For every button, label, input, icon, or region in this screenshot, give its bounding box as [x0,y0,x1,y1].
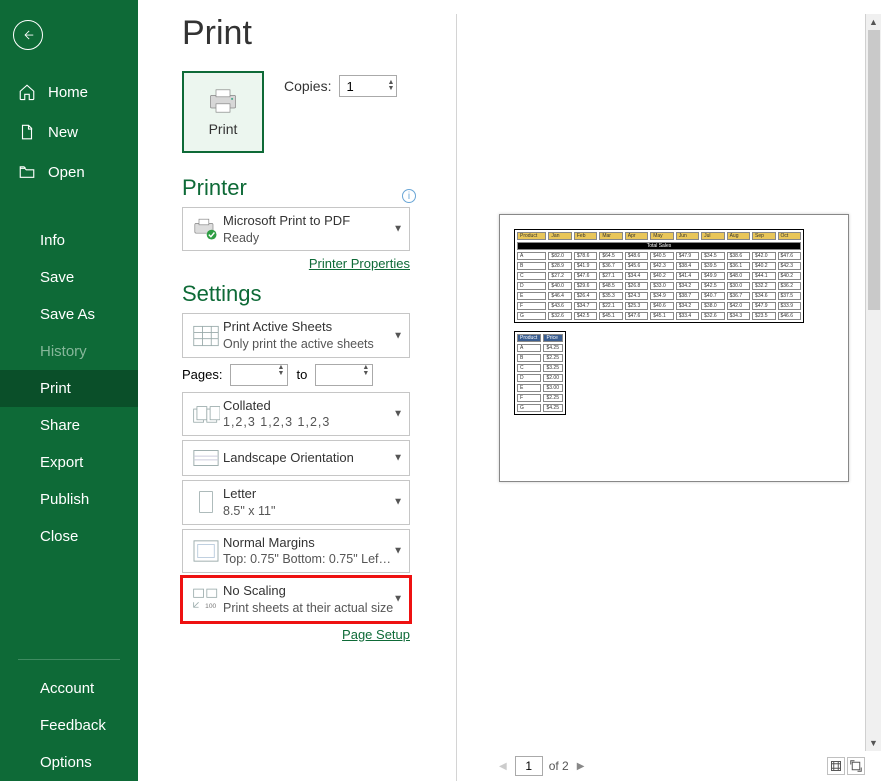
print-button[interactable]: Print [182,71,264,153]
show-margins-button[interactable] [827,757,845,775]
chevron-down-icon: ▼ [393,224,403,235]
print-preview-pane: ▲ ▼ ProductJanFebMarAprMayJunJulAugSepOc… [456,14,881,781]
zoom-to-page-button[interactable] [847,757,865,775]
sidebar-item-export[interactable]: Export [0,444,138,481]
page-setup-link[interactable]: Page Setup [342,627,410,642]
chevron-down-icon: ▼ [393,409,403,420]
zoom-page-icon [850,760,862,772]
sidebar-item-open[interactable]: Open [0,152,138,192]
printer-name: Microsoft Print to PDF [223,212,403,230]
sidebar-item-label: Home [48,84,88,101]
sidebar-item-print[interactable]: Print [0,370,138,407]
back-button[interactable] [13,20,43,50]
sidebar-item-share[interactable]: Share [0,407,138,444]
current-page-input[interactable] [515,756,543,776]
scroll-thumb[interactable] [868,30,880,310]
orientation-title: Landscape Orientation [223,449,403,467]
sidebar-item-info[interactable]: Info [0,222,138,259]
pages-from-spinner[interactable]: ▲▼ [230,364,288,386]
copies-input[interactable] [340,79,380,94]
chevron-down-icon: ▼ [393,545,403,556]
sidebar-item-new[interactable]: New [0,112,138,152]
landscape-icon [192,446,220,470]
svg-text:100: 100 [205,603,216,610]
open-folder-icon [18,163,36,181]
print-what-title: Print Active Sheets [223,318,403,336]
scaling-title: No Scaling [223,582,403,600]
printer-info-icon[interactable]: i [402,189,416,203]
paper-title: Letter [223,485,403,503]
sidebar-item-close[interactable]: Close [0,518,138,555]
collation-title: Collated [223,397,403,415]
page-title: Print [182,14,416,53]
margins-title: Normal Margins [223,534,403,552]
orientation-selector[interactable]: Landscape Orientation ▼ [182,440,410,476]
home-icon [18,83,36,101]
collation-seq: 1,2,3 1,2,3 1,2,3 [223,414,403,431]
printer-ready-icon [192,217,220,241]
scaling-selector[interactable]: 100 No Scaling Print sheets at their act… [182,577,410,621]
pages-label: Pages: [182,367,222,382]
sidebar-item-publish[interactable]: Publish [0,481,138,518]
page-of-label: of 2 [549,759,569,773]
scaling-icon: 100 [192,587,220,611]
sidebar-item-label: New [48,124,78,141]
sidebar-item-saveas[interactable]: Save As [0,296,138,333]
sidebar-item-feedback[interactable]: Feedback [0,707,138,744]
printer-icon [206,87,240,115]
copies-spinner[interactable]: ▲▼ [339,75,397,97]
sidebar-item-options[interactable]: Options [0,744,138,781]
sheets-icon [192,324,220,348]
paper-icon [192,490,220,514]
sidebar-item-save[interactable]: Save [0,259,138,296]
settings-heading: Settings [182,281,416,307]
back-arrow-icon [21,28,35,42]
print-what-selector[interactable]: Print Active Sheets Only print the activ… [182,313,410,357]
sidebar-item-home[interactable]: Home [0,72,138,112]
new-doc-icon [18,123,36,141]
scaling-sub: Print sheets at their actual size [223,600,403,617]
pages-to-label: to [296,367,307,382]
sidebar-divider [18,659,120,660]
chevron-down-icon: ▼ [393,453,403,464]
printer-properties-link[interactable]: Printer Properties [309,256,410,271]
sidebar-item-history: History [0,333,138,370]
margins-icon [192,539,220,563]
chevron-down-icon: ▼ [393,497,403,508]
printer-status: Ready [223,230,403,247]
chevron-down-icon: ▼ [393,594,403,605]
margins-selector[interactable]: Normal Margins Top: 0.75" Bottom: 0.75" … [182,529,410,573]
chevron-down-icon: ▼ [393,330,403,341]
margins-toggle-icon [830,760,842,772]
printer-heading: Printer [182,175,247,201]
scroll-up-icon[interactable]: ▲ [866,14,881,30]
next-page-button[interactable]: ▶ [575,759,587,774]
sidebar-item-label: Open [48,164,85,181]
preview-sheet: ProductJanFebMarAprMayJunJulAugSepOct To… [499,214,849,482]
collation-selector[interactable]: Collated 1,2,3 1,2,3 1,2,3 ▼ [182,392,410,436]
backstage-sidebar: Home New Open Info Save Save As History … [0,0,138,781]
main-content: Print Print Copies: ▲▼ [138,0,881,781]
prev-page-button[interactable]: ◀ [497,759,509,774]
collated-icon [192,402,220,426]
printer-selector[interactable]: Microsoft Print to PDF Ready ▼ [182,207,410,251]
pages-to-spinner[interactable]: ▲▼ [315,364,373,386]
paper-size-selector[interactable]: Letter 8.5" x 11" ▼ [182,480,410,524]
print-button-label: Print [209,121,238,137]
sidebar-item-account[interactable]: Account [0,670,138,707]
print-what-sub: Only print the active sheets [223,336,403,353]
preview-scrollbar-vertical[interactable]: ▲ ▼ [865,14,881,751]
margins-sub: Top: 0.75" Bottom: 0.75" Lef… [223,551,403,568]
paper-sub: 8.5" x 11" [223,503,403,520]
copies-label: Copies: [284,78,331,94]
scroll-down-icon[interactable]: ▼ [866,735,881,751]
